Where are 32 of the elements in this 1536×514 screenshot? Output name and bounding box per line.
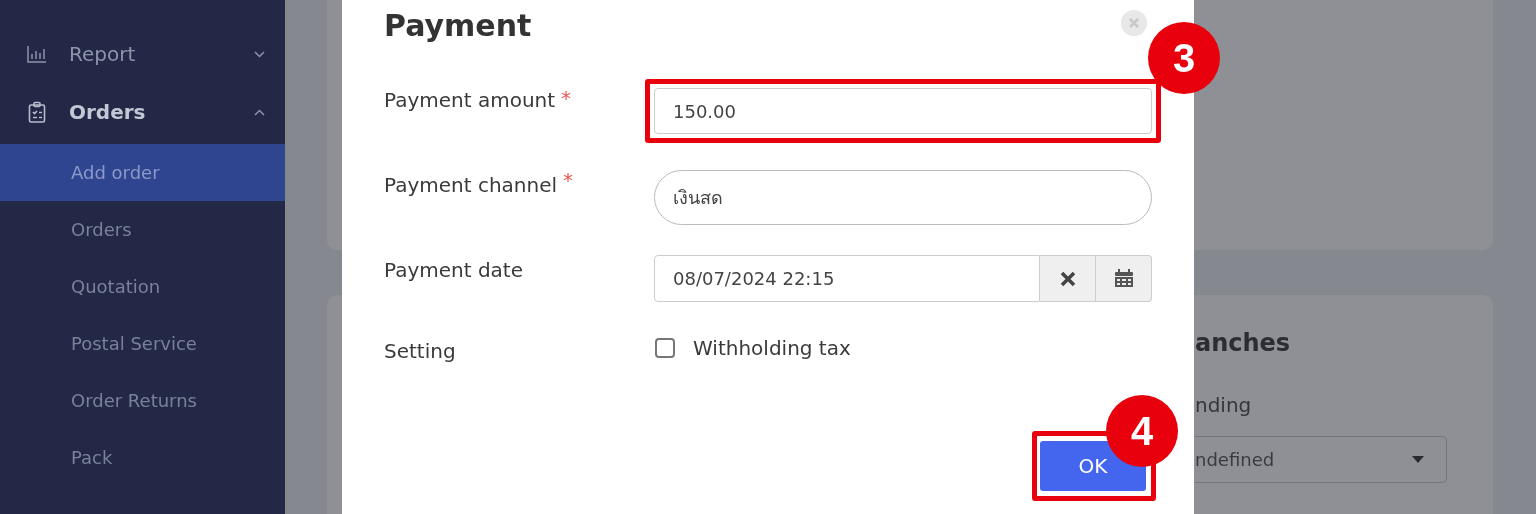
sidebar-item[interactable]: Quotation	[0, 258, 285, 315]
caret-icon	[1412, 456, 1424, 463]
checkbox[interactable]	[655, 338, 675, 358]
dialog-title: Payment	[384, 7, 532, 45]
sidebar-item[interactable]: Orders	[0, 201, 285, 258]
sidebar-item[interactable]: Order Returns	[0, 372, 285, 429]
field-label: Payment channel	[384, 172, 558, 197]
sidebar-group[interactable]: Orders	[0, 83, 285, 141]
field-label: Payment amount	[384, 88, 556, 112]
select-field[interactable]: ndefined	[1195, 436, 1447, 483]
calendar-button[interactable]	[1096, 255, 1152, 302]
clipboard-icon	[28, 101, 46, 123]
field-label: nding	[1195, 392, 1253, 418]
step-badge: 4	[1106, 395, 1178, 467]
checkbox-label: Withholding tax	[693, 336, 851, 360]
chevron-up-icon	[254, 108, 265, 116]
chevron-down-icon	[254, 50, 265, 58]
field-label: Payment date	[384, 257, 523, 282]
sidebar-item[interactable]: Postal Service	[0, 315, 285, 372]
field-label: Setting	[384, 338, 456, 363]
bar-chart-icon	[27, 45, 47, 63]
close-icon	[1059, 270, 1076, 287]
date-field[interactable]: 08/07/2024 22:15	[654, 255, 1040, 302]
amount-field[interactable]: 150.00	[654, 88, 1152, 134]
sidebar-item[interactable]: Add order	[0, 144, 285, 201]
sidebar-group[interactable]: Report	[0, 25, 285, 83]
sidebar-item[interactable]: Pack	[0, 429, 285, 486]
required-mark: *	[561, 88, 572, 108]
calendar-icon	[1114, 269, 1133, 288]
clear-button[interactable]	[1040, 255, 1096, 302]
card-title: anches	[1195, 328, 1292, 359]
required-mark: *	[563, 170, 574, 190]
